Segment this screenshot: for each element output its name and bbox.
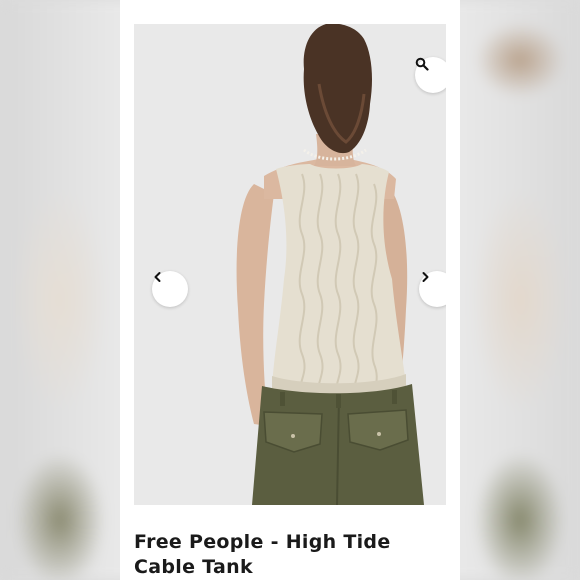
listing-card: Free People - High Tide Cable Tank — [120, 0, 460, 580]
previous-image-button[interactable] — [152, 271, 188, 307]
product-title: Free People - High Tide Cable Tank — [134, 531, 391, 578]
product-image-gallery[interactable] — [134, 24, 446, 505]
zoom-button[interactable] — [415, 57, 446, 93]
chevron-right-icon — [422, 272, 429, 282]
magnifier-icon — [415, 57, 429, 71]
product-photo — [134, 24, 446, 505]
chevron-left-icon — [154, 272, 161, 282]
